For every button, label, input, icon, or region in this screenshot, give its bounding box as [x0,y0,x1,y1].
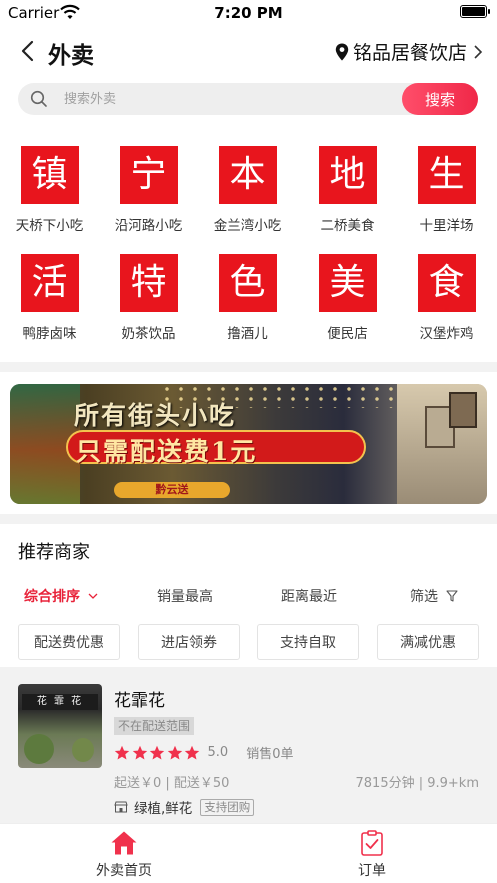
filter-icon [446,590,458,602]
rating-row: 5.0 销售0单 [114,743,293,762]
filter-discount[interactable]: 满减优惠 [377,624,479,660]
sort-label: 综合排序 [24,589,80,605]
category-label: 金兰湾小吃 [213,218,282,234]
merchant-category: 绿植,鲜花 [134,801,193,817]
section-divider [0,514,497,524]
sort-bar: 综合排序 销量最高 距离最近 筛选 [0,578,497,612]
category-label: 天桥下小吃 [15,218,84,234]
category-item[interactable]: 生 十里洋场 [397,146,496,234]
sort-sales[interactable]: 销量最高 [157,586,213,606]
category-item[interactable]: 特 奶茶饮品 [99,254,198,342]
sort-comprehensive[interactable]: 综合排序 [24,586,98,606]
order-icon [361,830,383,856]
plant-shape [24,734,54,764]
sort-filter[interactable]: 筛选 [410,586,458,606]
category-tile: 宁 [119,146,178,204]
filter-coupon[interactable]: 进店领券 [138,624,240,660]
category-tile: 镇 [20,146,79,204]
status-badge: 不在配送范围 [114,717,195,735]
banner-tag: 黔云送 [155,483,189,496]
category-tile: 本 [218,146,277,204]
category-tile: 美 [318,254,377,312]
plant-shape [72,738,94,762]
page-title: 外卖 [48,43,94,69]
banner-subline: 只需配送费1元 [76,437,258,466]
merchant-sign: 花 霏 花 [22,694,98,710]
location-pin-icon [335,43,349,60]
tab-label: 订单 [358,863,386,879]
category-item[interactable]: 食 汉堡炸鸡 [397,254,496,342]
battery-icon [460,5,490,18]
home-icon [111,831,137,855]
tab-label: 外卖首页 [96,863,152,879]
shop-icon [114,801,128,813]
search-icon [30,90,47,107]
category-tile: 特 [119,254,178,312]
star-icon [184,745,200,759]
category-tile: 地 [318,146,377,204]
category-label: 十里洋场 [419,218,474,234]
tab-orders[interactable]: 订单 [248,830,496,880]
category-tile: 活 [20,254,79,312]
category-label: 汉堡炸鸡 [419,326,474,342]
sort-distance[interactable]: 距离最近 [281,586,337,606]
location-name: 铭品居餐饮店 [352,42,467,64]
filter-self-pickup[interactable]: 支持自取 [257,624,359,660]
star-icon [167,745,182,759]
group-buy-tag: 支持团购 [200,798,255,816]
delivery-distance: 7815分钟 | 9.9+km [355,776,480,791]
merchant-name: 花霏花 [114,691,165,711]
status-time: 7:20 PM [214,4,283,22]
search-bar: 搜索 [18,83,478,115]
sort-label: 筛选 [410,589,438,605]
category-item[interactable]: 活 鸭脖卤味 [0,254,99,342]
merchant-card[interactable]: 花 霏 花 花霏花 不在配送范围 5.0 销售0单 起送￥0 | 配送￥50 7… [0,667,497,823]
category-item[interactable]: 镇 天桥下小吃 [0,146,99,234]
section-divider [0,362,497,372]
category-label: 鸭脖卤味 [22,326,77,342]
category-tile: 食 [417,254,476,312]
category-item[interactable]: 宁 沿河路小吃 [99,146,198,234]
filter-delivery-discount[interactable]: 配送费优惠 [18,624,120,660]
category-label: 奶茶饮品 [121,326,176,342]
nav-bar: 外卖 铭品居餐饮店 [0,30,497,74]
category-item[interactable]: 地 二桥美食 [298,146,397,234]
merchant-category-row: 绿植,鲜花 支持团购 [114,797,255,817]
search-button[interactable]: 搜索 [402,83,478,115]
category-item[interactable]: 本 金兰湾小吃 [198,146,297,234]
star-icon [149,745,165,759]
star-icon [132,745,147,759]
status-bar: Carrier 7:20 PM [0,0,497,26]
category-tile: 生 [417,146,476,204]
back-button[interactable] [14,36,44,66]
rating-value: 5.0 [207,745,229,760]
banner-poster [449,392,477,428]
category-tile: 色 [218,254,277,312]
banner-headline: 所有街头小吃 [74,401,237,430]
section-title: 推荐商家 [18,542,90,563]
merchant-thumbnail: 花 霏 花 [18,684,102,768]
tab-takeout-home[interactable]: 外卖首页 [0,830,248,880]
category-item[interactable]: 色 撸酒儿 [198,254,297,342]
sales-count: 销售0单 [246,747,294,762]
category-item[interactable]: 美 便民店 [298,254,397,342]
category-label: 二桥美食 [320,218,375,234]
chevron-left-icon [21,40,34,62]
search-input[interactable] [64,83,364,115]
location-selector[interactable]: 铭品居餐饮店 [335,38,483,65]
chevron-right-icon [474,44,483,59]
category-label: 沿河路小吃 [114,218,183,234]
delivery-fees: 起送￥0 | 配送￥50 [114,776,230,791]
category-label: 撸酒儿 [227,326,268,342]
tab-bar: 外卖首页 订单 [0,823,497,883]
category-label: 便民店 [327,326,368,342]
chevron-down-icon [88,593,98,599]
star-icon [114,745,130,759]
promo-banner[interactable]: 所有街头小吃 只需配送费1元 黔云送 [10,384,487,504]
